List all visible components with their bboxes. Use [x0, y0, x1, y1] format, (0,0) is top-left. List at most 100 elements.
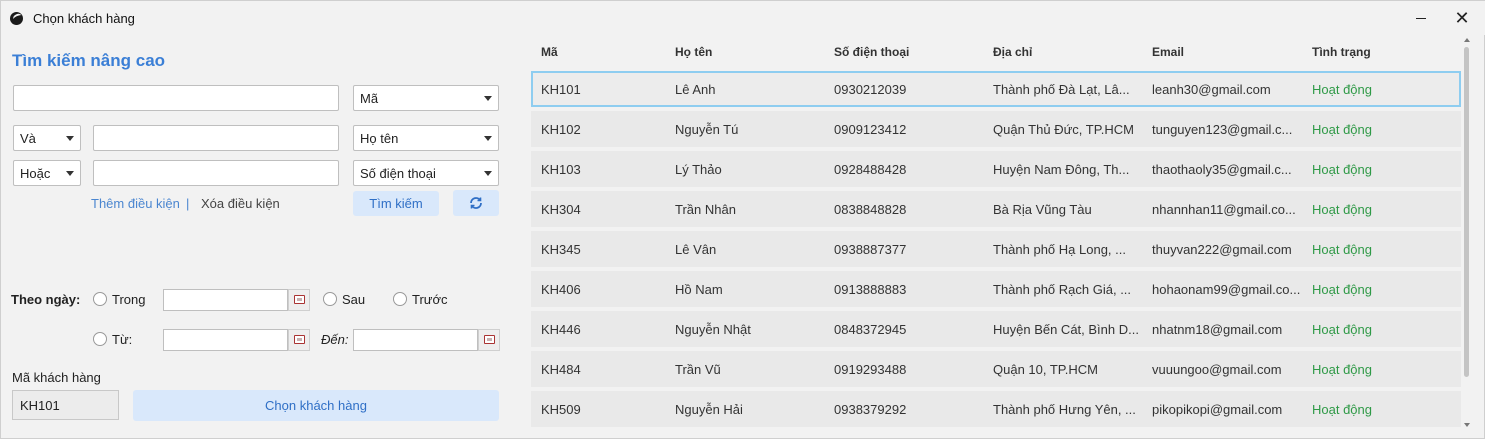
radio-from[interactable]: [93, 332, 107, 346]
calendar-icon: [294, 295, 305, 304]
choose-customer-button[interactable]: Chọn khách hàng: [133, 390, 499, 421]
cell-status: Hoạt động: [1312, 282, 1372, 297]
table-row[interactable]: KH101 Lê Anh 0930212039 Thành phố Đà Lạt, L…: [531, 71, 1461, 107]
refresh-button[interactable]: [453, 190, 499, 216]
cell-email: leanh30@gmail.com: [1152, 82, 1271, 97]
cell-name: Trần Nhân: [675, 202, 736, 217]
cell-id: KH101: [541, 82, 581, 97]
condition1-input[interactable]: [93, 125, 339, 151]
to-date-input[interactable]: [353, 329, 478, 351]
remove-condition-link[interactable]: Xóa điều kiện: [201, 196, 280, 211]
cell-name: Lê Vân: [675, 242, 717, 257]
cell-address: Quận 10, TP.HCM: [993, 362, 1099, 377]
cell-phone: 0938379292: [834, 402, 907, 417]
column-header-id[interactable]: Mã: [541, 45, 558, 59]
main-search-input[interactable]: [13, 85, 339, 111]
radio-within[interactable]: [93, 292, 107, 306]
column-header-email[interactable]: Email: [1152, 45, 1184, 59]
table-row[interactable]: KH509 Nguyễn Hải 0938379292 Thành phố Hưng …: [531, 391, 1461, 427]
cell-status: Hoạt động: [1312, 322, 1372, 337]
column-header-address[interactable]: Địa chỉ: [993, 45, 1032, 59]
condition2-field-value: Số điện thoại: [360, 166, 436, 181]
cell-email: vuuungoo@gmail.com: [1152, 362, 1282, 377]
table-row[interactable]: KH484 Trần Vũ 0919293488 Quận 10, TP.HCM vuu…: [531, 351, 1461, 387]
to-date-label: Đến:: [321, 332, 349, 347]
cell-id: KH103: [541, 162, 581, 177]
table-row[interactable]: KH304 Trần Nhân 0838848828 Bà Rịa Vũng Tàu n…: [531, 191, 1461, 227]
cell-phone: 0848372945: [834, 322, 907, 337]
customer-table: Mã Họ tên Số điện thoại Địa chỉ Email Tì…: [531, 35, 1463, 435]
cell-status: Hoạt động: [1312, 202, 1372, 217]
app-logo-icon: [10, 12, 23, 25]
radio-after[interactable]: [323, 292, 337, 306]
table-row[interactable]: KH406 Hồ Nam 0913888883 Thành phố Rạch Giá,…: [531, 271, 1461, 307]
cell-status: Hoạt động: [1312, 82, 1372, 97]
minimize-button[interactable]: [1401, 5, 1441, 31]
scroll-down-icon[interactable]: [1464, 423, 1470, 427]
table-row[interactable]: KH102 Nguyễn Tú 0909123412 Quận Thủ Đức, TP…: [531, 111, 1461, 147]
table-row[interactable]: KH103 Lý Thảo 0928488428 Huyện Nam Đông, Th…: [531, 151, 1461, 187]
scroll-up-icon[interactable]: [1464, 38, 1470, 42]
cell-address: Thành phố Rạch Giá, ...: [993, 282, 1132, 297]
customer-id-label: Mã khách hàng: [12, 370, 101, 385]
condition2-input[interactable]: [93, 160, 339, 186]
cell-id: KH345: [541, 242, 581, 257]
column-header-status[interactable]: Tình trạng: [1312, 45, 1371, 59]
add-condition-link[interactable]: Thêm điều kiện: [91, 196, 180, 211]
cell-email: nhannhan11@gmail.co...: [1152, 202, 1296, 217]
search-panel-title: Tìm kiếm nâng cao: [12, 51, 166, 70]
cell-id: KH406: [541, 282, 581, 297]
cell-phone: 0938887377: [834, 242, 907, 257]
cell-status: Hoạt động: [1312, 242, 1372, 257]
within-date-picker-button[interactable]: [288, 289, 310, 311]
cell-name: Lý Thảo: [675, 162, 722, 177]
cell-address: Huyện Bến Cát, Bình D...: [993, 322, 1139, 337]
condition1-field-select[interactable]: Họ tên: [353, 125, 499, 151]
refresh-icon: [470, 197, 482, 209]
radio-before-label: Trước: [412, 292, 448, 307]
cell-status: Hoạt động: [1312, 122, 1372, 137]
cell-name: Nguyễn Nhật: [675, 322, 751, 337]
cell-email: thuyvan222@gmail.com: [1152, 242, 1292, 257]
calendar-icon: [294, 335, 305, 344]
cell-status: Hoạt động: [1312, 162, 1372, 177]
condition2-field-select[interactable]: Số điện thoại: [353, 160, 499, 186]
radio-before[interactable]: [393, 292, 407, 306]
column-header-name[interactable]: Họ tên: [675, 45, 712, 59]
condition2-operator-select[interactable]: Hoặc: [13, 160, 81, 186]
table-row[interactable]: KH446 Nguyễn Nhật 0848372945 Huyện Bến Cát,…: [531, 311, 1461, 347]
search-button[interactable]: Tìm kiếm: [353, 191, 439, 216]
cell-email: nhatnm18@gmail.com: [1152, 322, 1283, 337]
chevron-down-icon: [66, 136, 74, 141]
cell-email: hohaonam99@gmail.co...: [1152, 282, 1301, 297]
cell-status: Hoạt động: [1312, 402, 1372, 417]
main-field-select[interactable]: Mã: [353, 85, 499, 111]
cell-id: KH446: [541, 322, 581, 337]
radio-within-label: Trong: [112, 292, 146, 307]
cell-id: KH484: [541, 362, 581, 377]
cell-phone: 0909123412: [834, 122, 907, 137]
from-date-picker-button[interactable]: [288, 329, 310, 351]
table-row[interactable]: KH345 Lê Vân 0938887377 Thành phố Hạ Long, …: [531, 231, 1461, 267]
chevron-down-icon: [484, 171, 492, 176]
condition1-operator-value: Và: [20, 131, 36, 146]
cell-address: Bà Rịa Vũng Tàu: [993, 202, 1092, 217]
column-header-phone[interactable]: Số điện thoại: [834, 45, 909, 59]
close-button[interactable]: ✕: [1442, 5, 1482, 31]
cell-address: Huyện Nam Đông, Th...: [993, 162, 1130, 177]
within-date-input[interactable]: [163, 289, 288, 311]
scroll-thumb[interactable]: [1464, 47, 1469, 377]
condition1-operator-select[interactable]: Và: [13, 125, 81, 151]
cell-id: KH304: [541, 202, 581, 217]
cell-email: thaothaoly35@gmail.c...: [1152, 162, 1292, 177]
main-field-select-value: Mã: [360, 91, 379, 106]
cell-address: Thành phố Hưng Yên, ...: [993, 402, 1136, 417]
table-header: Mã Họ tên Số điện thoại Địa chỉ Email Tì…: [531, 35, 1463, 69]
chevron-down-icon: [484, 96, 492, 101]
from-date-input[interactable]: [163, 329, 288, 351]
cell-name: Hồ Nam: [675, 282, 723, 297]
cell-phone: 0928488428: [834, 162, 907, 177]
to-date-picker-button[interactable]: [478, 329, 500, 351]
cell-id: KH509: [541, 402, 581, 417]
table-scrollbar[interactable]: [1463, 35, 1473, 430]
